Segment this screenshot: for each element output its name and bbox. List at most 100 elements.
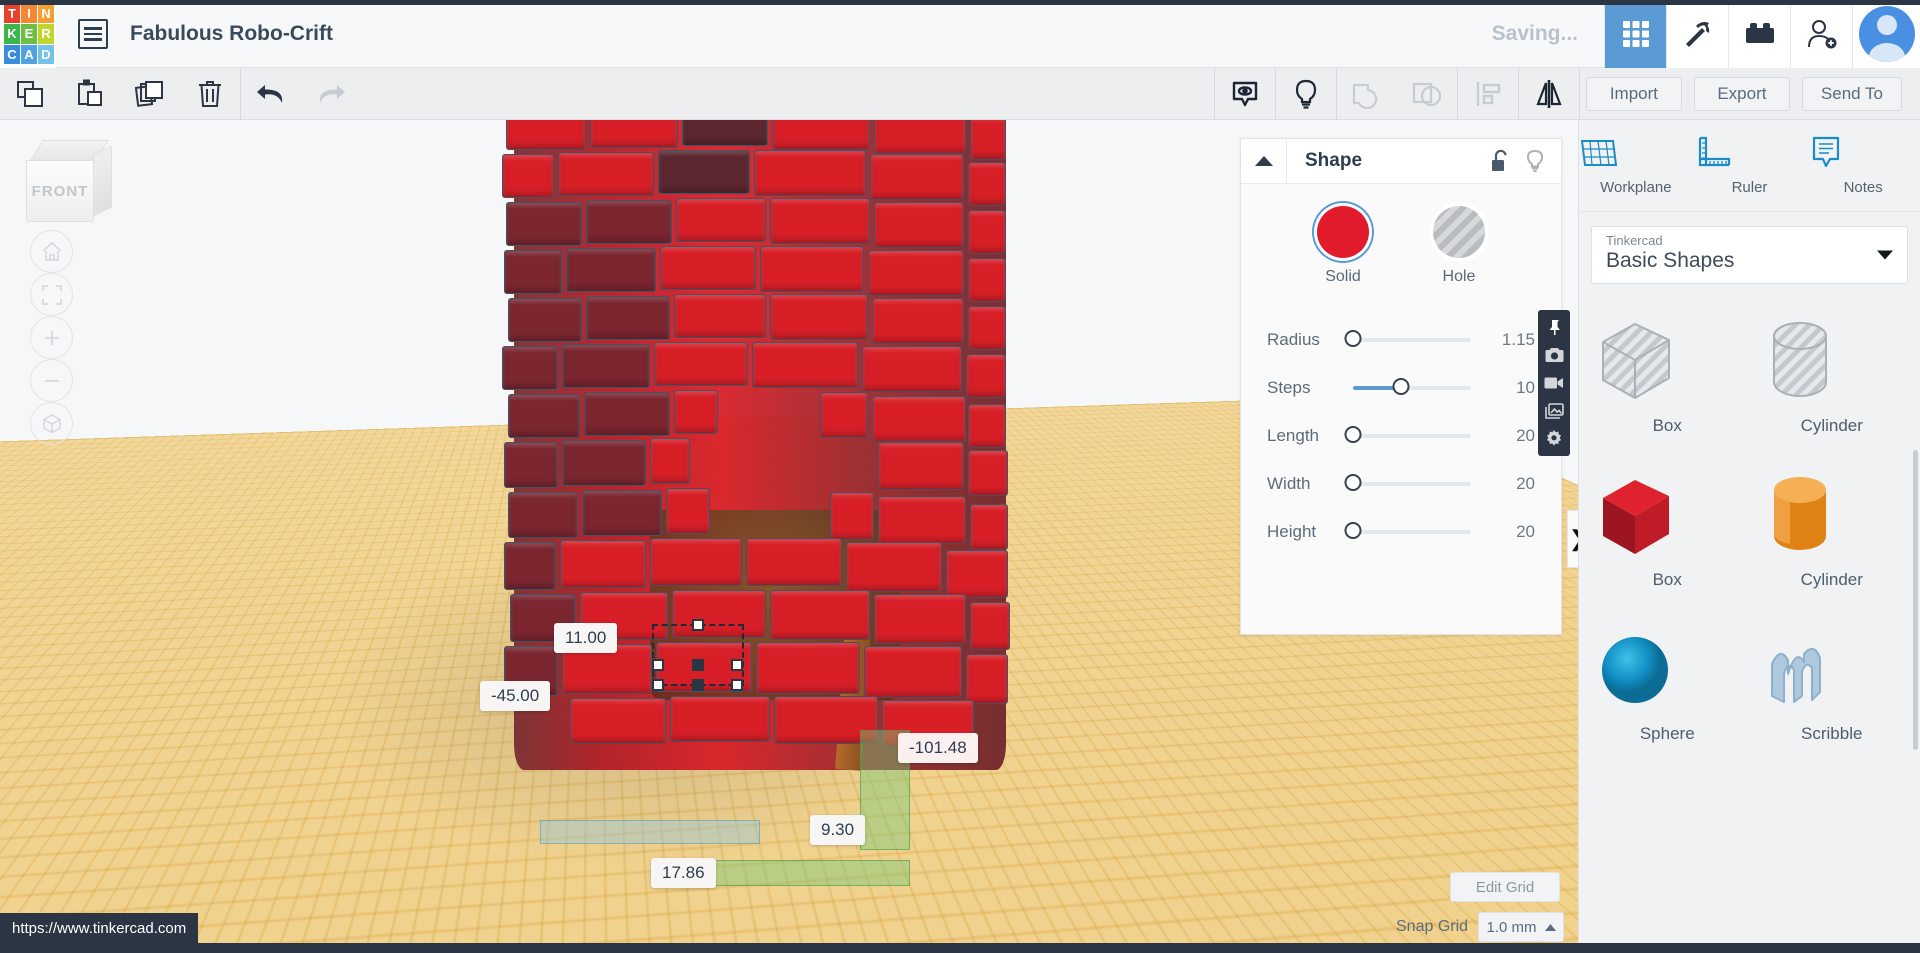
paste-icon[interactable] [60, 68, 120, 119]
export-button[interactable]: Export [1694, 77, 1790, 111]
ruler-button[interactable]: Ruler [1693, 135, 1807, 196]
slider-knob-length[interactable] [1345, 426, 1362, 443]
notes-label: Notes [1806, 179, 1920, 196]
pin-icon[interactable] [1539, 314, 1569, 340]
dim-z-label[interactable]: 9.30 [810, 815, 865, 845]
shape-scribble[interactable]: Scribble [1750, 618, 1915, 744]
slider-track-radius[interactable] [1353, 338, 1471, 342]
camera-icon[interactable] [1539, 342, 1569, 368]
lightbulb-icon[interactable] [1525, 149, 1545, 173]
snap-grid-select[interactable]: 1.0 mm [1478, 912, 1564, 942]
slider-knob-width[interactable] [1345, 474, 1362, 491]
dim-rotation-label[interactable]: -45.00 [480, 681, 550, 711]
notes-button[interactable]: Notes [1806, 135, 1920, 196]
zoom-out-button[interactable] [30, 359, 73, 402]
shapes-sidebar: Workplane Ruler Notes Tinkerca [1578, 120, 1920, 953]
toolbar-divider [1579, 68, 1580, 119]
edit-toolbar: Import Export Send To [0, 68, 1920, 120]
slider-knob-radius[interactable] [1345, 330, 1362, 347]
slider-track-width[interactable] [1353, 482, 1471, 486]
gear-icon[interactable] [1539, 426, 1569, 452]
selection-handle[interactable] [731, 679, 743, 691]
mirror-icon[interactable] [1519, 68, 1579, 119]
view-cube-front-face[interactable]: FRONT [26, 160, 94, 222]
fit-view-button[interactable] [30, 273, 73, 316]
shape-cylinder-orange[interactable]: Cylinder [1750, 464, 1915, 590]
slider-track-height[interactable] [1353, 530, 1471, 534]
video-icon[interactable] [1539, 370, 1569, 396]
selection-center-handle[interactable] [692, 659, 704, 671]
workplane-button[interactable]: Workplane [1579, 135, 1693, 196]
view-comment-icon[interactable] [1215, 68, 1275, 119]
slider-value-height[interactable]: 20 [1489, 522, 1535, 542]
selection-handle[interactable] [652, 659, 664, 671]
slider-track-steps[interactable] [1353, 386, 1471, 390]
collapse-triangle-icon[interactable] [1241, 139, 1287, 184]
selection-handle[interactable] [731, 659, 743, 671]
slider-value-radius[interactable]: 1.15 [1489, 330, 1535, 350]
design-mode-button[interactable] [1604, 0, 1666, 68]
projection-toggle-button[interactable] [30, 402, 73, 445]
axis-arrow-blue[interactable] [540, 820, 760, 844]
slider-value-steps[interactable]: 10 [1489, 378, 1535, 398]
selection-handle[interactable] [652, 679, 664, 691]
slider-row-steps: Steps 10 [1267, 364, 1535, 412]
dim-height-label[interactable]: 11.00 [554, 623, 617, 653]
inspector-body: Solid Hole Radius 1.15 Steps [1241, 184, 1561, 556]
logo-letter: N [38, 4, 54, 23]
ruler-label: Ruler [1693, 179, 1807, 196]
image-icon[interactable] [1539, 398, 1569, 424]
shape-library-dropdown[interactable]: Tinkercad Basic Shapes [1591, 226, 1908, 284]
add-user-button[interactable] [1790, 0, 1852, 68]
view-cube-side-face[interactable] [93, 145, 112, 216]
group-icon[interactable] [1337, 68, 1397, 119]
delete-icon[interactable] [180, 68, 240, 119]
slider-knob-steps[interactable] [1393, 378, 1410, 395]
shape-box-hole[interactable]: Box [1585, 310, 1750, 436]
workplane-label: Workplane [1579, 179, 1693, 196]
shape-sphere-blue[interactable]: Sphere [1585, 618, 1750, 744]
bricks-mode-button[interactable] [1728, 0, 1790, 68]
slider-value-length[interactable]: 20 [1489, 426, 1535, 446]
dim-depth-label[interactable]: -101.48 [898, 733, 978, 763]
align-icon[interactable] [1458, 68, 1518, 119]
selection-center-handle[interactable] [692, 679, 704, 691]
account-avatar-button[interactable] [1852, 0, 1920, 68]
undo-icon[interactable] [241, 68, 301, 119]
sidebar-scrollbar[interactable] [1913, 450, 1918, 750]
hole-mode-button[interactable]: Hole [1433, 206, 1485, 286]
dim-width-label[interactable]: 17.86 [651, 858, 716, 888]
snap-grid-value: 1.0 mm [1487, 919, 1537, 936]
home-view-button[interactable] [30, 230, 73, 273]
duplicate-icon[interactable] [120, 68, 180, 119]
edit-grid-button[interactable]: Edit Grid [1450, 872, 1560, 902]
copy-icon[interactable] [0, 68, 60, 119]
redo-icon[interactable] [301, 68, 361, 119]
view-cube[interactable]: FRONT [26, 140, 112, 226]
logo-letter: D [38, 45, 54, 64]
axis-arrow-green[interactable] [690, 860, 910, 886]
tinkercad-logo[interactable]: T I N K E R C A D [0, 0, 56, 68]
slider-value-width[interactable]: 20 [1489, 474, 1535, 494]
unlock-padlock-icon[interactable] [1489, 149, 1511, 173]
chevron-up-icon [1545, 924, 1556, 931]
selection-handle[interactable] [692, 619, 704, 631]
document-list-icon[interactable] [78, 19, 108, 49]
codeblocks-pickaxe-button[interactable] [1666, 0, 1728, 68]
logo-letter: A [21, 45, 37, 64]
import-button[interactable]: Import [1586, 77, 1682, 111]
sidebar-tools: Workplane Ruler Notes [1579, 120, 1920, 212]
slider-knob-height[interactable] [1345, 522, 1362, 539]
inspector-header-actions [1489, 149, 1561, 173]
selection-bounding-box[interactable] [652, 624, 744, 686]
solid-mode-button[interactable]: Solid [1317, 206, 1369, 286]
shape-cylinder-hole[interactable]: Cylinder [1750, 310, 1915, 436]
status-bar [0, 943, 1920, 953]
ungroup-icon[interactable] [1397, 68, 1457, 119]
slider-track-length[interactable] [1353, 434, 1471, 438]
brick-tower-model[interactable] [500, 120, 1020, 830]
shape-box-red[interactable]: Box [1585, 464, 1750, 590]
zoom-in-button[interactable] [30, 316, 73, 359]
send-to-button[interactable]: Send To [1802, 77, 1902, 111]
lightbulb-icon[interactable] [1276, 68, 1336, 119]
